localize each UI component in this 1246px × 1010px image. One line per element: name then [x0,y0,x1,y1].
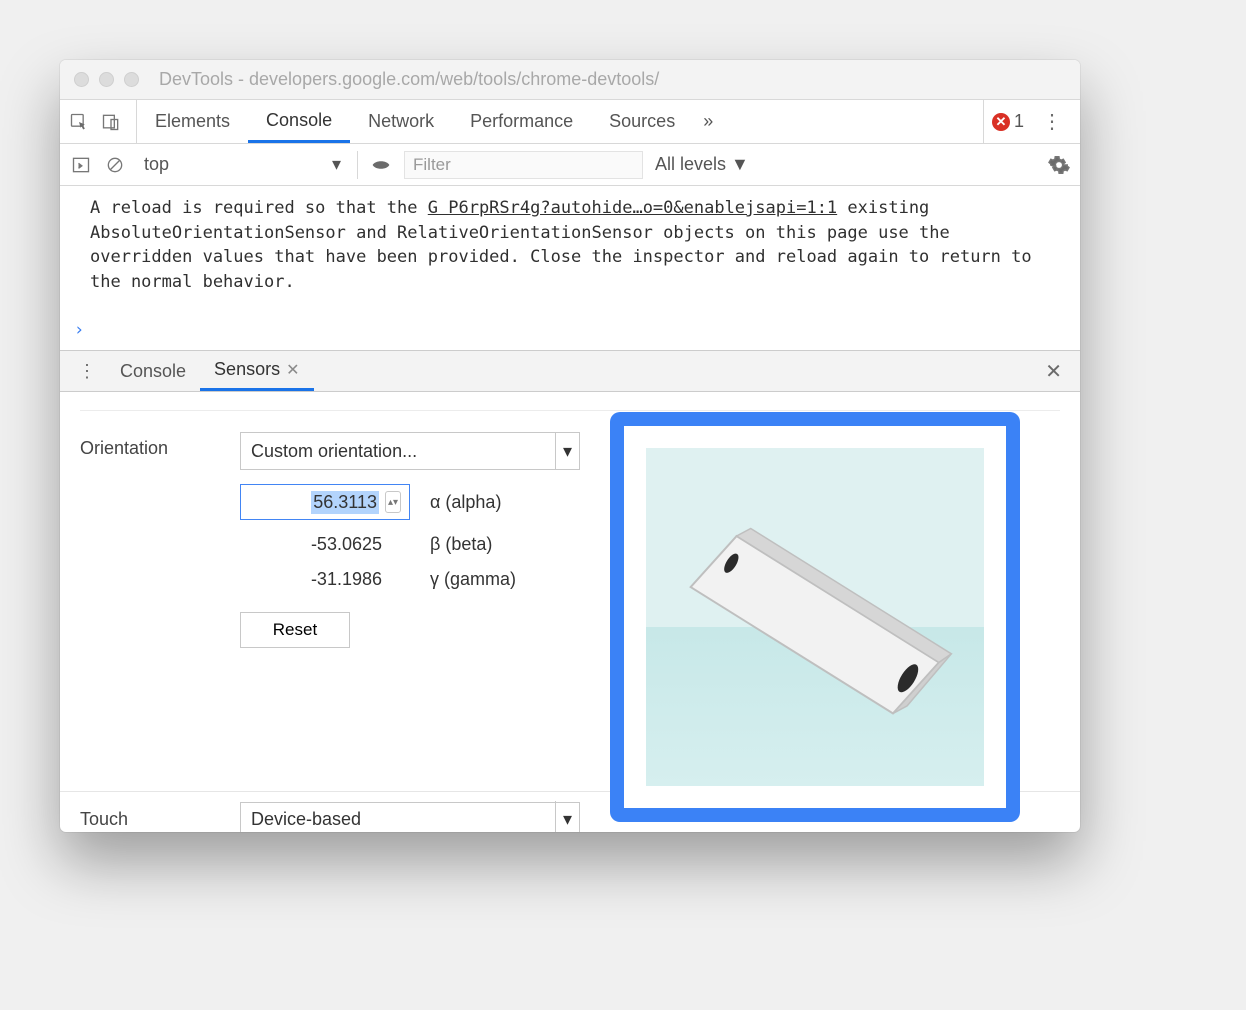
window-zoom-button[interactable] [124,72,139,87]
error-count-badge[interactable]: ✕ 1 [983,100,1032,143]
beta-label: β (beta) [430,534,492,555]
reset-button[interactable]: Reset [240,612,350,648]
execution-context-select[interactable]: top ▾ [138,151,358,179]
orientation-visualization[interactable] [646,448,984,786]
touch-preset-select[interactable]: Device-based ▾ [240,802,580,832]
console-settings-icon[interactable] [1048,154,1070,176]
main-menu-button[interactable]: ⋮ [1032,109,1072,134]
tab-console[interactable]: Console [248,100,350,143]
drawer-tab-strip: ⋮ Console Sensors ✕ ✕ [60,350,1080,392]
console-message: A reload is required so that the G P6rpR… [90,196,1060,295]
close-tab-icon[interactable]: ✕ [286,360,299,380]
orientation-preset-value: Custom orientation... [251,441,417,462]
alpha-label: α (alpha) [430,492,501,513]
tab-sources[interactable]: Sources [591,100,693,143]
console-output: A reload is required so that the G P6rpR… [60,186,1080,316]
chevron-down-icon: ▾ [555,433,579,469]
drawer-tab-sensors[interactable]: Sensors ✕ [200,351,313,391]
device-toolbar-icon[interactable] [100,111,122,133]
device-3d-icon [646,448,984,786]
drawer-tab-console[interactable]: Console [106,351,200,391]
console-prompt[interactable]: › [60,316,1080,350]
tab-elements[interactable]: Elements [137,100,248,143]
clear-console-icon[interactable] [104,154,126,176]
gamma-value[interactable]: -31.1986 [240,569,410,590]
console-sidebar-toggle-icon[interactable] [70,154,92,176]
tab-network[interactable]: Network [350,100,452,143]
alpha-value: 56.3113 [311,491,379,514]
error-icon: ✕ [992,113,1010,131]
orientation-label: Orientation [80,432,210,459]
log-levels-select[interactable]: All levels ▼ [655,154,761,175]
window-title: DevTools - developers.google.com/web/too… [159,69,659,90]
drawer-menu-button[interactable]: ⋮ [68,361,106,382]
context-value: top [144,154,169,175]
beta-value[interactable]: -53.0625 [240,534,410,555]
gamma-label: γ (gamma) [430,569,516,590]
live-expression-icon[interactable] [370,154,392,176]
chevron-down-icon: ▾ [332,154,341,175]
filter-input[interactable] [404,151,643,179]
touch-preset-value: Device-based [251,809,361,830]
tab-performance[interactable]: Performance [452,100,591,143]
window-minimize-button[interactable] [99,72,114,87]
tabs-overflow-button[interactable]: » [693,111,723,132]
alpha-input[interactable]: 56.3113 ▴▾ [240,484,410,520]
main-tab-strip: Elements Console Network Performance Sou… [60,100,1080,144]
drawer-close-button[interactable]: ✕ [1035,359,1072,384]
prompt-chevron-icon: › [74,320,84,340]
touch-label: Touch [80,809,210,830]
orientation-preset-select[interactable]: Custom orientation... ▾ [240,432,580,470]
error-count: 1 [1014,111,1024,132]
console-source-link[interactable]: G P6rpRSr4g?autohide…o=0&enablejsapi=1:1 [428,198,837,218]
inspect-element-icon[interactable] [68,111,90,133]
devtools-window: DevTools - developers.google.com/web/too… [60,60,1080,832]
traffic-lights [74,72,139,87]
window-close-button[interactable] [74,72,89,87]
orientation-visualization-highlight [610,412,1020,822]
stepper-icon[interactable]: ▴▾ [385,491,401,513]
main-tabs: Elements Console Network Performance Sou… [137,100,723,143]
console-toolbar: top ▾ All levels ▼ [60,144,1080,186]
sensors-panel: Orientation Custom orientation... ▾ 56.3… [60,392,1080,792]
titlebar: DevTools - developers.google.com/web/too… [60,60,1080,100]
chevron-down-icon: ▾ [555,801,579,832]
